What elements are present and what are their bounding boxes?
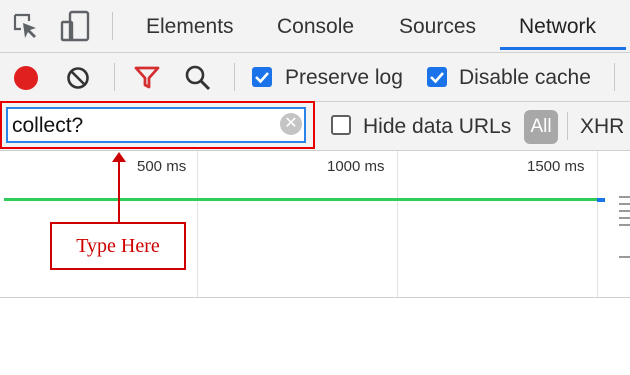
active-tab-indicator [500,47,626,50]
device-toolbar-icon[interactable] [58,10,92,42]
timeline-gridline [597,151,598,298]
annotation-callout: Type Here [50,222,186,270]
type-filter-xhr[interactable]: XHR [580,112,624,142]
tab-elements[interactable]: Elements [146,10,234,44]
toolbar-separator [114,63,115,91]
scrollbar-grip[interactable] [619,203,630,205]
scrollbar-grip[interactable] [619,217,630,219]
timeline-tick-500: 500 ms [137,158,187,175]
hide-data-urls-label[interactable]: Hide data URLs [363,112,511,142]
timeline-tick-1000: 1000 ms [327,158,385,175]
timeline-request-bar [4,198,604,201]
search-icon[interactable] [184,64,212,92]
timeline-gridline [197,151,198,298]
scrollbar-grip[interactable] [619,224,630,226]
disable-cache-label[interactable]: Disable cache [459,63,591,93]
annotation-arrow [118,156,120,224]
timeline-gridline [397,151,398,298]
toolbar-separator [234,63,235,91]
timeline-request-end [597,198,605,202]
scrollbar-grip[interactable] [619,256,630,258]
filter-icon[interactable] [134,66,160,90]
timeline-tick-1500: 1500 ms [527,158,585,175]
tab-network[interactable]: Network [519,10,596,44]
type-filter-all[interactable]: All [524,110,558,144]
timeline-bottom-border [0,297,630,298]
toolbar-separator [614,63,615,91]
filter-separator [567,112,568,140]
inspect-element-icon[interactable] [12,12,40,40]
tab-sources[interactable]: Sources [399,10,476,44]
preserve-log-label[interactable]: Preserve log [285,63,403,93]
scrollbar-grip[interactable] [619,196,630,198]
record-icon[interactable] [14,66,38,90]
highlight-box [0,101,315,149]
clear-icon[interactable] [66,66,90,90]
tabbar-separator [112,12,113,40]
preserve-log-checkbox[interactable] [252,67,272,87]
scrollbar-grip[interactable] [619,210,630,212]
hide-data-urls-checkbox[interactable] [331,115,351,135]
disable-cache-checkbox[interactable] [427,67,447,87]
tab-console[interactable]: Console [277,10,354,44]
